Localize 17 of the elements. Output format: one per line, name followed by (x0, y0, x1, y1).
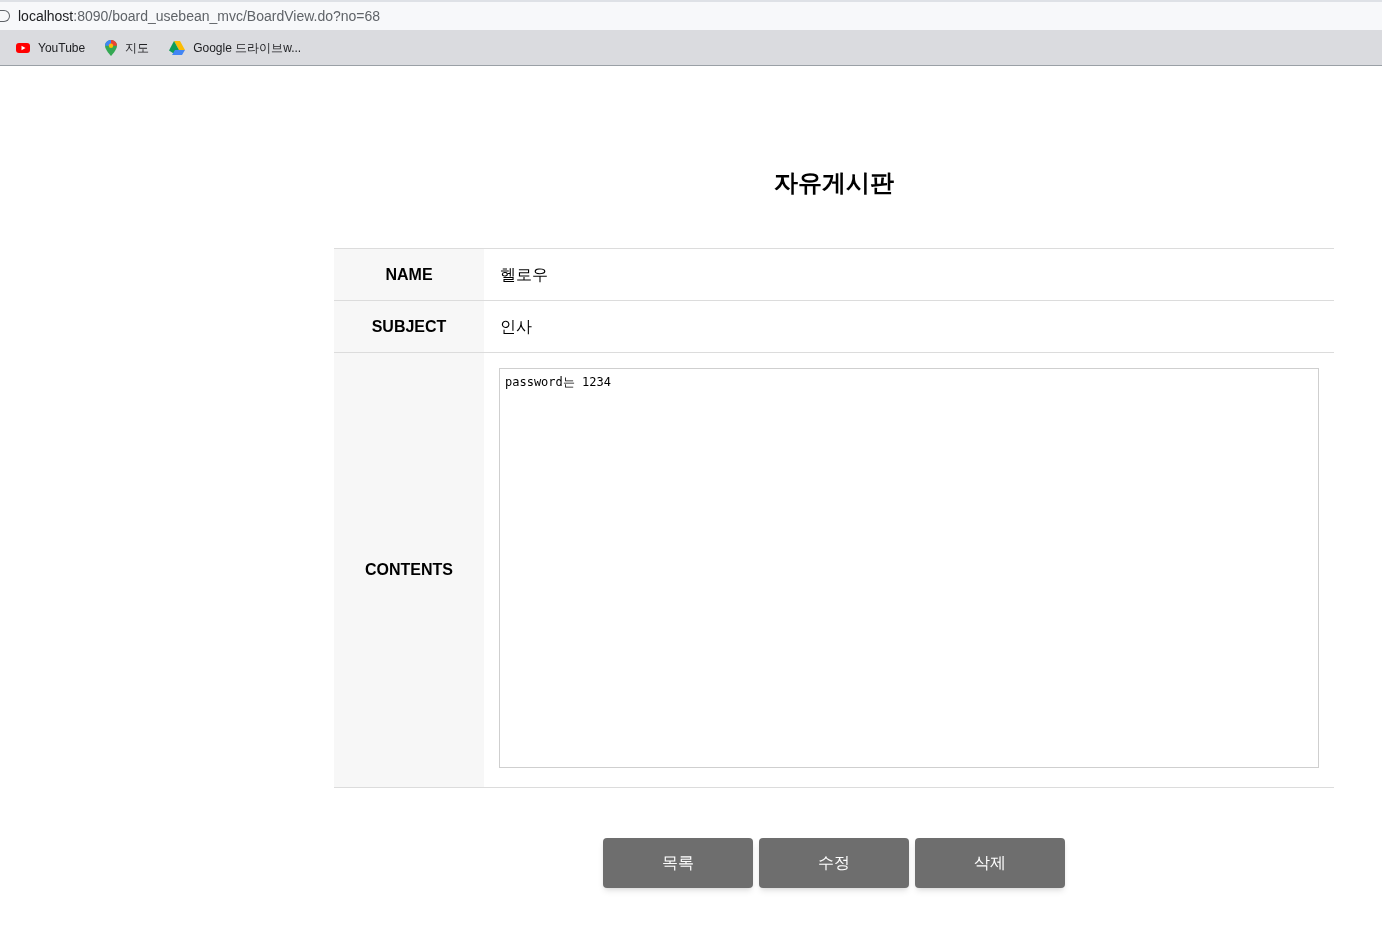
play-logo-icon (16, 42, 30, 53)
field-label: SUBJECT (334, 301, 484, 352)
triangle-logo-icon (169, 40, 186, 55)
bookmark-button[interactable]: Google 드라이브w... (161, 33, 310, 62)
board-title: 자유게시판 (773, 168, 895, 198)
field-value: 인사 (499, 316, 533, 337)
action-button[interactable]: 삭제 (915, 838, 1065, 888)
map-pin-icon (105, 39, 118, 56)
action-button[interactable]: 수정 (759, 838, 909, 888)
field-label: CONTENTS (334, 353, 484, 787)
bookmark-button[interactable]: 지도 (97, 33, 158, 62)
field-value: 헬로우 (499, 264, 549, 285)
field-label: NAME (334, 249, 484, 300)
url-text[interactable]: localhost:8090/board_usebean_mvc/BoardView.do?no=68 (18, 5, 381, 27)
bookmark-button[interactable]: YouTube (8, 33, 94, 62)
action-button[interactable]: 목록 (603, 838, 753, 888)
contents-textarea[interactable]: password는 1234 (499, 368, 1319, 768)
